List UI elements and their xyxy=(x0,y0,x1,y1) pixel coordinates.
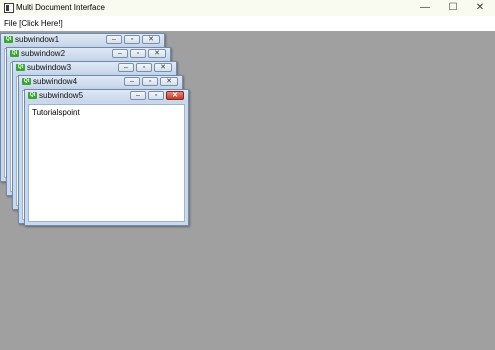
subwindow-title-bar[interactable]: Qt subwindow3 – ▫ ✕ xyxy=(13,62,176,74)
minimize-button[interactable]: — xyxy=(410,0,440,16)
qt-icon: Qt xyxy=(4,36,13,43)
subwindow-restore-button[interactable]: ▫ xyxy=(136,63,152,72)
subwindow-title: subwindow5 xyxy=(39,91,84,100)
subwindow-restore-button[interactable]: ▫ xyxy=(148,91,164,100)
main-title-bar: Multi Document Interface — ☐ ✕ xyxy=(0,0,495,16)
subwindow-title-bar[interactable]: Qt subwindow2 – ▫ ✕ xyxy=(7,48,170,60)
qt-icon: Qt xyxy=(22,78,31,85)
subwindow-5[interactable]: Qt subwindow5 – ▫ ✕ Tutorialspoint xyxy=(24,89,189,226)
subwindow-close-button[interactable]: ✕ xyxy=(160,77,178,86)
subwindow-title-bar[interactable]: Qt subwindow4 – ▫ ✕ xyxy=(19,76,182,88)
subwindow-restore-button[interactable]: ▫ xyxy=(142,77,158,86)
qt-icon: Qt xyxy=(16,64,25,71)
subwindow-minimize-button[interactable]: – xyxy=(112,49,128,58)
subwindow-minimize-button[interactable]: – xyxy=(124,77,140,86)
app-window-icon xyxy=(4,3,14,13)
subwindow-close-button[interactable]: ✕ xyxy=(148,49,166,58)
content-label: Tutorialspoint xyxy=(32,108,80,117)
subwindow-title: subwindow2 xyxy=(21,49,66,58)
subwindow-restore-button[interactable]: ▫ xyxy=(124,35,140,44)
menu-bar: File [Click Here!] xyxy=(0,16,495,31)
qt-icon: Qt xyxy=(28,92,37,99)
qt-icon: Qt xyxy=(10,50,19,57)
close-button[interactable]: ✕ xyxy=(465,0,495,16)
subwindow-minimize-button[interactable]: – xyxy=(106,35,122,44)
subwindow-title: subwindow4 xyxy=(33,77,78,86)
subwindow-title: subwindow1 xyxy=(15,35,60,44)
subwindow-minimize-button[interactable]: – xyxy=(118,63,134,72)
menu-file[interactable]: File [Click Here!] xyxy=(4,19,63,29)
subwindow-restore-button[interactable]: ▫ xyxy=(130,49,146,58)
subwindow-close-button[interactable]: ✕ xyxy=(166,91,184,100)
maximize-button[interactable]: ☐ xyxy=(438,0,468,16)
subwindow-title-bar[interactable]: Qt subwindow5 – ▫ ✕ xyxy=(25,90,188,102)
subwindow-close-button[interactable]: ✕ xyxy=(142,35,160,44)
subwindow-minimize-button[interactable]: – xyxy=(130,91,146,100)
subwindow-close-button[interactable]: ✕ xyxy=(154,63,172,72)
subwindow-content: Tutorialspoint xyxy=(28,104,185,222)
subwindow-title-bar[interactable]: Qt subwindow1 – ▫ ✕ xyxy=(1,34,164,46)
subwindow-title: subwindow3 xyxy=(27,63,72,72)
window-title: Multi Document Interface xyxy=(16,3,105,12)
